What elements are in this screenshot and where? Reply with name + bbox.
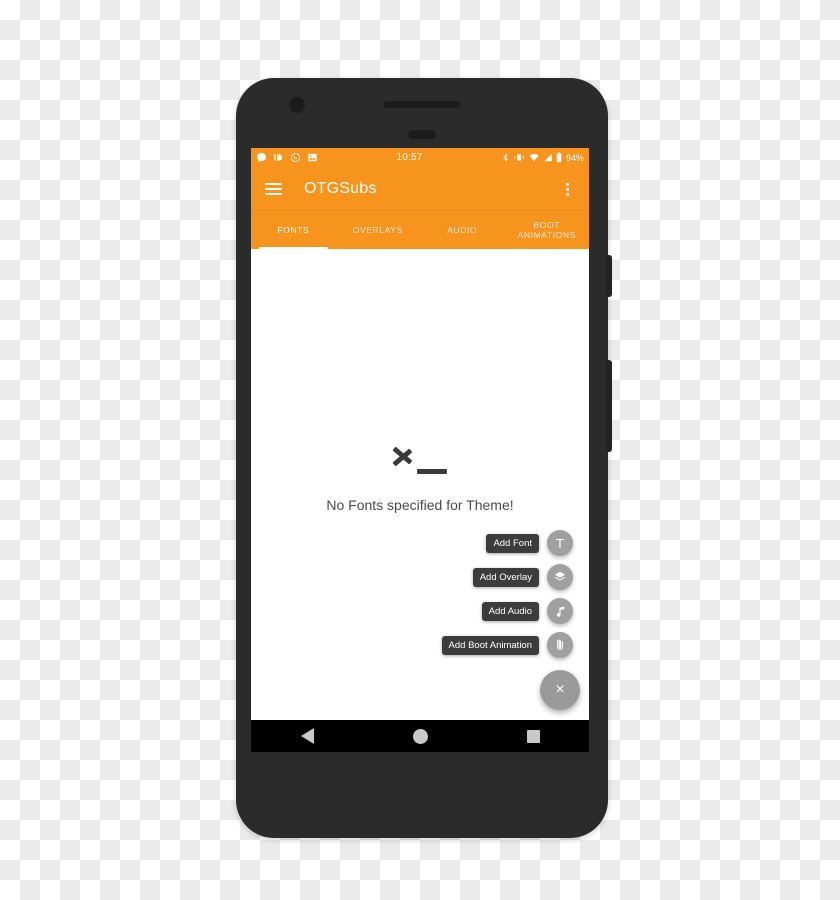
fab-action-add-boot-animation-label: Add Boot Animation [441, 635, 539, 655]
phone-device: 10:57 94% OTGSubs FONTS OVERLAYS AUDIO B… [236, 78, 612, 838]
main-fab-close-button[interactable]: × [540, 670, 580, 710]
tab-boot-animations-label: BOOT ANIMATIONS [517, 220, 576, 240]
layers-glyph [554, 571, 566, 581]
tab-fonts-label: FONTS [277, 225, 310, 235]
battery-percent-label: 94% [565, 152, 584, 163]
power-button[interactable] [606, 255, 612, 297]
status-bar-clock: 10:57 [396, 152, 423, 163]
status-bar: 10:57 94% [251, 148, 589, 167]
content-area: No Fonts specified for Theme! Add Font T… [251, 249, 589, 720]
front-camera-icon [289, 97, 305, 113]
vibrate-icon [514, 154, 524, 161]
tab-audio-label: AUDIO [447, 225, 478, 235]
fab-action-add-font[interactable]: Add Font T [486, 530, 573, 556]
earpiece-speaker [384, 101, 460, 108]
battery-icon [556, 152, 562, 163]
fab-action-add-boot-animation[interactable]: Add Boot Animation [441, 632, 573, 658]
hamburger-menu-icon[interactable] [265, 180, 282, 198]
app-toolbar: OTGSubs [251, 167, 589, 211]
layers-icon[interactable] [547, 564, 573, 590]
tab-audio[interactable]: AUDIO [420, 211, 505, 249]
wifi-icon [529, 153, 539, 162]
chat-bubble-icon [256, 152, 267, 163]
fab-action-add-overlay[interactable]: Add Overlay [472, 564, 573, 590]
phone-screen: 10:57 94% OTGSubs FONTS OVERLAYS AUDIO B… [251, 148, 589, 752]
android-navigation-bar [251, 720, 589, 752]
tab-overlays[interactable]: OVERLAYS [336, 211, 421, 249]
whatsapp-icon [290, 152, 301, 163]
music-note-icon[interactable] [547, 598, 573, 624]
signal-icon [544, 153, 552, 162]
fab-action-add-audio[interactable]: Add Audio [481, 598, 573, 624]
bluetooth-icon [503, 153, 508, 162]
volume-rocker-button[interactable] [606, 360, 612, 452]
tab-boot-animations[interactable]: BOOT ANIMATIONS [505, 211, 590, 249]
music-note-glyph [556, 606, 564, 617]
fab-action-add-overlay-label: Add Overlay [472, 567, 539, 587]
status-bar-system-icons: 94% [501, 152, 584, 163]
close-icon: × [555, 681, 565, 698]
dual-sim-icon [274, 154, 283, 161]
terminal-prompt-icon [391, 439, 449, 479]
status-bar-notification-icons [256, 152, 318, 163]
font-t-icon[interactable]: T [547, 530, 573, 556]
recents-square-icon[interactable] [526, 729, 540, 743]
home-circle-icon[interactable] [412, 728, 428, 744]
app-title: OTGSubs [304, 180, 377, 197]
back-triangle-icon[interactable] [300, 728, 314, 744]
font-t-glyph: T [556, 535, 564, 551]
empty-state: No Fonts specified for Theme! [251, 439, 589, 513]
tab-overlays-label: OVERLAYS [352, 225, 403, 235]
fab-action-add-audio-label: Add Audio [481, 601, 539, 621]
tab-bar: FONTS OVERLAYS AUDIO BOOT ANIMATIONS [251, 211, 589, 249]
tab-fonts[interactable]: FONTS [251, 211, 336, 249]
phone-top-bezel [236, 78, 608, 148]
empty-state-message: No Fonts specified for Theme! [326, 497, 514, 513]
fab-speed-dial: Add Font T Add Overlay Add Audio Add Boo… [441, 530, 580, 710]
paperclip-icon[interactable] [547, 632, 573, 658]
fab-action-add-font-label: Add Font [486, 533, 539, 553]
photo-icon [308, 153, 317, 162]
sensor-pill [408, 130, 436, 139]
overflow-menu-icon[interactable] [559, 181, 575, 198]
paperclip-glyph [557, 639, 563, 650]
